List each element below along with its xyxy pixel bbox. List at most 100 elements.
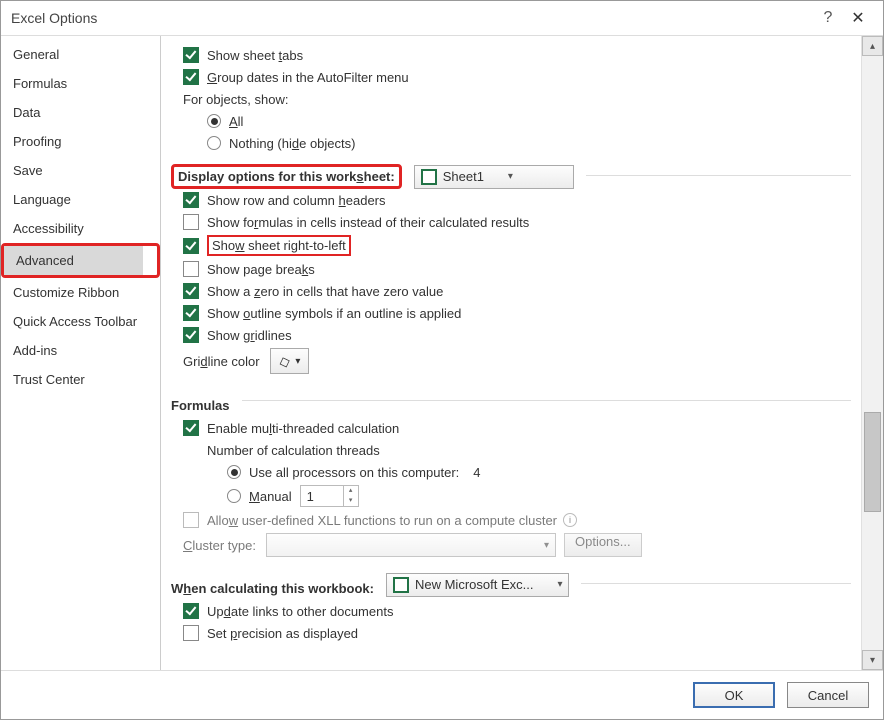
content-pane: Show sheet tabs Group dates in the AutoF… (161, 36, 883, 670)
label-update-links: Update links to other documents (207, 604, 393, 619)
section-display-worksheet: Display options for this worksheet: Shee… (171, 164, 851, 189)
manual-threads-spinner[interactable]: 1 ▴▾ (300, 485, 359, 507)
row-group-dates: Group dates in the AutoFilter menu (171, 66, 851, 88)
row-update-links: Update links to other documents (171, 600, 851, 622)
sidebar-item-quick-access[interactable]: Quick Access Toolbar (1, 307, 160, 336)
cancel-button[interactable]: Cancel (787, 682, 869, 708)
sidebar-item-general[interactable]: General (1, 40, 160, 69)
calc-header: When calculating this workbook: (171, 573, 374, 600)
row-use-all: Use all processors on this computer: 4 (171, 461, 851, 483)
paint-bucket-icon: ◇ (276, 351, 292, 371)
scroll-up-button[interactable]: ▴ (862, 36, 883, 56)
checkbox-group-dates[interactable] (183, 69, 199, 85)
row-xll: Allow user-defined XLL functions to run … (171, 509, 851, 531)
chevron-down-icon: ▾ (557, 579, 562, 590)
radio-all[interactable] (207, 114, 221, 128)
row-gridlines: Show gridlines (171, 324, 851, 346)
label-precision: Set precision as displayed (207, 626, 358, 641)
checkbox-zero[interactable] (183, 283, 199, 299)
sidebar-item-customize-ribbon[interactable]: Customize Ribbon (1, 278, 160, 307)
sidebar-item-proofing[interactable]: Proofing (1, 127, 160, 156)
checkbox-gridlines[interactable] (183, 327, 199, 343)
vertical-scrollbar[interactable]: ▴ ▾ (861, 36, 883, 670)
scroll-down-button[interactable]: ▾ (862, 650, 883, 670)
sidebar-item-advanced[interactable]: Advanced (4, 246, 143, 275)
label-page-breaks: Show page breaks (207, 262, 315, 277)
sidebar-item-accessibility[interactable]: Accessibility (1, 214, 160, 243)
checkbox-outline[interactable] (183, 305, 199, 321)
cluster-type-selector: ▾ (266, 533, 556, 557)
row-row-col-headers: Show row and column headers (171, 189, 851, 211)
chevron-down-icon: ▾ (295, 356, 300, 367)
info-icon[interactable]: i (563, 513, 577, 527)
scroll-thumb[interactable] (864, 412, 881, 512)
checkbox-page-breaks[interactable] (183, 261, 199, 277)
label-gridlines: Show gridlines (207, 328, 292, 343)
titlebar: Excel Options ? ✕ (1, 1, 883, 35)
spinner-buttons[interactable]: ▴▾ (343, 486, 358, 506)
radio-nothing[interactable] (207, 136, 221, 150)
excel-icon (393, 577, 409, 593)
dialog-body: General Formulas Data Proofing Save Lang… (1, 35, 883, 671)
workbook-selector[interactable]: New Microsoft Exc... ▾ (386, 573, 570, 597)
gridline-color-picker[interactable]: ◇ ▾ (270, 348, 310, 374)
scroll-track[interactable] (862, 56, 883, 650)
category-sidebar: General Formulas Data Proofing Save Lang… (1, 36, 161, 670)
use-all-value: 4 (473, 465, 480, 480)
chevron-down-icon: ▾ (544, 540, 549, 551)
display-worksheet-header: Display options for this worksheet: (178, 161, 395, 188)
chevron-down-icon: ▾ (508, 171, 513, 182)
label-zero: Show a zero in cells that have zero valu… (207, 284, 443, 299)
row-all: All (171, 110, 851, 132)
label-show-formulas: Show formulas in cells instead of their … (207, 215, 529, 230)
cluster-options-button: Options... (564, 533, 642, 557)
worksheet-selector-value: Sheet1 (443, 169, 484, 184)
radio-manual[interactable] (227, 489, 241, 503)
row-show-sheet-tabs: Show sheet tabs (171, 44, 851, 66)
divider (581, 583, 851, 584)
row-page-breaks: Show page breaks (171, 258, 851, 280)
checkbox-update-links[interactable] (183, 603, 199, 619)
sidebar-item-addins[interactable]: Add-ins (1, 336, 160, 365)
label-nothing: Nothing (hide objects) (229, 136, 355, 151)
label-gridline-color: Gridline color (183, 354, 260, 369)
sidebar-item-save[interactable]: Save (1, 156, 160, 185)
checkbox-show-formulas[interactable] (183, 214, 199, 230)
label-all: All (229, 114, 243, 129)
sidebar-item-data[interactable]: Data (1, 98, 160, 127)
workbook-selector-value: New Microsoft Exc... (415, 577, 533, 592)
row-rtl: Show sheet right-to-left (171, 233, 851, 258)
label-outline: Show outline symbols if an outline is ap… (207, 306, 461, 321)
label-threads: Number of calculation threads (207, 443, 380, 458)
label-show-sheet-tabs: Show sheet tabs (207, 48, 303, 63)
label-objects: For objects, show: (183, 92, 289, 107)
ok-button[interactable]: OK (693, 682, 775, 708)
checkbox-row-col-headers[interactable] (183, 192, 199, 208)
row-gridline-color: Gridline color ◇ ▾ (171, 346, 851, 376)
row-multithread: Enable multi-threaded calculation (171, 417, 851, 439)
close-icon[interactable]: ✕ (843, 8, 873, 28)
checkbox-show-sheet-tabs[interactable] (183, 47, 199, 63)
checkbox-multithread[interactable] (183, 420, 199, 436)
sidebar-item-formulas[interactable]: Formulas (1, 69, 160, 98)
dialog-footer: OK Cancel (1, 671, 883, 719)
row-objects-label: For objects, show: (171, 88, 851, 110)
excel-options-dialog: Excel Options ? ✕ General Formulas Data … (0, 0, 884, 720)
row-show-formulas: Show formulas in cells instead of their … (171, 211, 851, 233)
radio-use-all[interactable] (227, 465, 241, 479)
highlight-display-header: Display options for this worksheet: (171, 164, 402, 189)
row-manual: Manual 1 ▴▾ (171, 483, 851, 509)
sidebar-item-trust-center[interactable]: Trust Center (1, 365, 160, 394)
formulas-header: Formulas (171, 390, 230, 417)
row-precision: Set precision as displayed (171, 622, 851, 644)
section-formulas: Formulas (171, 386, 851, 417)
checkbox-rtl[interactable] (183, 238, 199, 254)
worksheet-selector[interactable]: Sheet1 ▾ (414, 165, 574, 189)
help-icon[interactable]: ? (813, 9, 843, 27)
label-manual: Manual (249, 489, 292, 504)
scroll-area: Show sheet tabs Group dates in the AutoF… (161, 36, 861, 670)
checkbox-precision[interactable] (183, 625, 199, 641)
row-cluster-type: Cluster type: ▾ Options... (171, 531, 851, 559)
sidebar-item-language[interactable]: Language (1, 185, 160, 214)
highlight-advanced: Advanced (1, 243, 160, 278)
